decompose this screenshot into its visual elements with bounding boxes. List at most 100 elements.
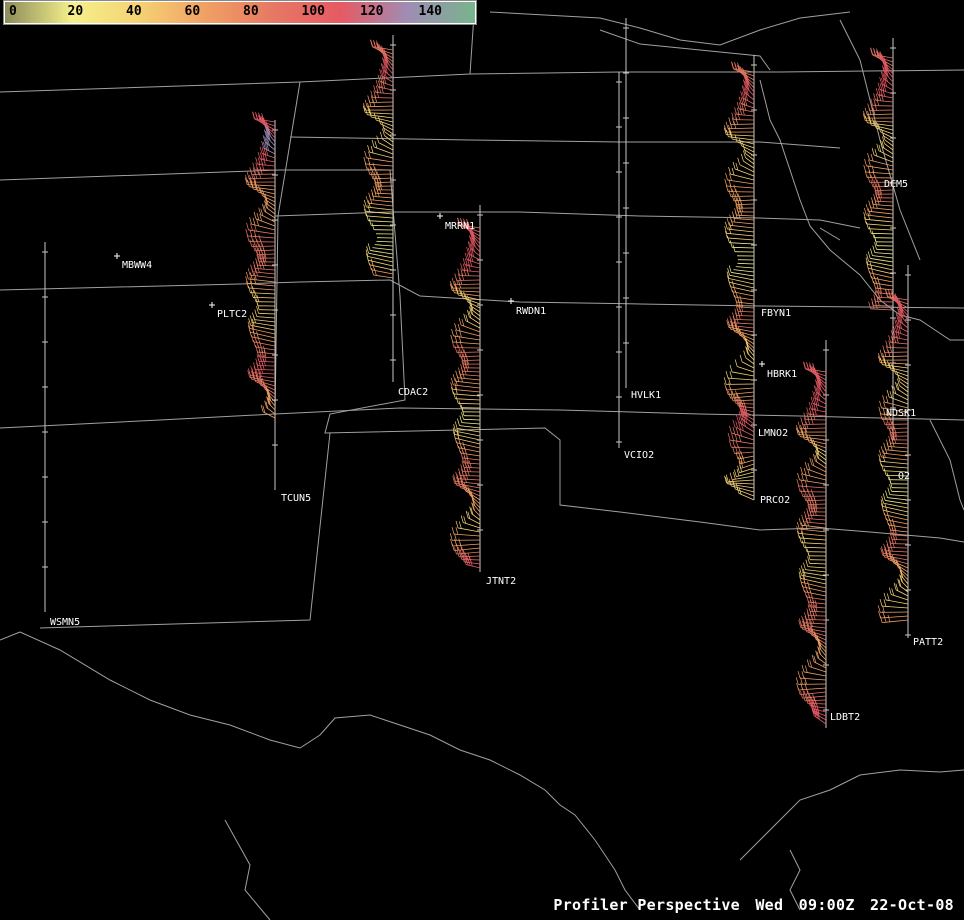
barb-flag: [728, 279, 731, 287]
barb-shaft: [872, 255, 894, 259]
barb-flag: [886, 389, 890, 398]
barb-flag: [885, 490, 888, 498]
barb-shaft: [370, 250, 394, 255]
barb-shaft: [885, 500, 909, 505]
barb-shaft: [735, 266, 755, 269]
barb-flag: [250, 290, 254, 298]
barb-flag: [867, 251, 871, 259]
barb-flag: [250, 334, 254, 342]
barb-flag: [883, 615, 887, 623]
barb-flag: [729, 364, 733, 373]
barb-shaft: [809, 562, 827, 565]
barb-shaft: [881, 465, 909, 469]
barb-shaft: [883, 135, 894, 143]
barb-flag: [451, 277, 455, 285]
barb-flag: [251, 285, 255, 293]
barb-flag: [373, 112, 377, 121]
barb-flag: [367, 204, 371, 212]
barb-flag: [885, 395, 889, 404]
barb-flag: [376, 135, 380, 143]
barb-shaft: [728, 377, 755, 381]
barb-flag: [734, 434, 738, 442]
barb-flag: [246, 222, 249, 231]
barb-flag: [733, 184, 737, 192]
barb-shaft: [376, 240, 394, 243]
barb-flag: [466, 468, 470, 476]
barb-flag: [729, 387, 733, 395]
barb-flag: [870, 153, 874, 162]
barb-flag: [800, 489, 804, 497]
barb-flag: [468, 460, 472, 468]
barb-flag: [797, 671, 801, 679]
barb-flag: [455, 440, 459, 448]
barb-shaft: [876, 292, 894, 295]
barb-flag: [741, 85, 745, 93]
barb-flag: [801, 664, 805, 673]
barb-flag: [246, 171, 250, 179]
station-marker: [508, 298, 514, 304]
barb-shaft: [728, 479, 755, 483]
barb-flag: [803, 467, 807, 476]
barb-flag: [451, 527, 455, 535]
barb-shaft: [378, 86, 394, 91]
barb-shaft: [734, 218, 755, 221]
barb-flag: [249, 272, 253, 280]
station-label-vcio2: VCIO2: [624, 450, 654, 461]
barb-flag: [868, 107, 872, 115]
state-borders: [0, 0, 964, 920]
barb-flag: [732, 440, 736, 448]
barb-flag: [258, 171, 262, 179]
barb-flag: [879, 615, 883, 623]
barb-flag: [468, 464, 471, 472]
barb-flag: [728, 478, 732, 486]
barb-flag: [368, 218, 372, 226]
barb-flag: [729, 121, 733, 129]
barb-flag: [739, 308, 743, 316]
barb-flag: [809, 660, 813, 668]
station-label-mrrn1: MRRN1: [445, 221, 475, 232]
barb-flag: [252, 217, 256, 226]
barb-flag: [864, 115, 868, 123]
barb-flag: [735, 189, 739, 197]
barb-flag: [376, 171, 380, 179]
barb-flag: [454, 323, 457, 331]
station-marker: [759, 361, 765, 367]
barb-flag: [263, 358, 266, 366]
barb-flag: [728, 167, 731, 175]
barb-flag: [459, 441, 462, 449]
barb-flag: [459, 415, 463, 423]
barb-shaft: [372, 247, 394, 251]
barb-flag: [463, 349, 467, 357]
barb-flag: [882, 450, 886, 458]
barb-flag: [452, 374, 456, 382]
barb-flag: [463, 516, 467, 524]
barb-flag: [374, 268, 377, 276]
barb-flag: [737, 193, 741, 201]
barb-flag: [882, 395, 885, 403]
station-marker: [437, 213, 443, 219]
barb-flag: [797, 472, 800, 481]
wind-barbs-pltc2: [244, 111, 276, 419]
barb-flag: [733, 121, 737, 129]
barb-flag: [727, 432, 731, 441]
barb-shaft: [458, 402, 481, 405]
barb-flag: [867, 265, 870, 273]
barb-flag: [455, 396, 459, 404]
barb-shaft: [870, 258, 894, 263]
barb-shaft: [739, 164, 755, 173]
station-label-prco2: PRCO2: [760, 495, 790, 506]
barb-shaft: [374, 244, 394, 247]
barb-shaft: [878, 94, 894, 99]
product-name: Profiler Perspective: [553, 896, 740, 914]
barb-flag: [258, 207, 262, 215]
barb-flag: [882, 417, 886, 425]
barb-flag: [254, 335, 257, 343]
barb-flag: [867, 153, 870, 161]
barb-flag: [743, 350, 747, 358]
barb-flag: [809, 493, 813, 501]
barb-flag: [870, 248, 873, 256]
barb-flag: [864, 107, 868, 115]
barb-flag: [459, 277, 463, 285]
barb-shaft: [253, 341, 276, 347]
barb-flag: [867, 212, 871, 220]
